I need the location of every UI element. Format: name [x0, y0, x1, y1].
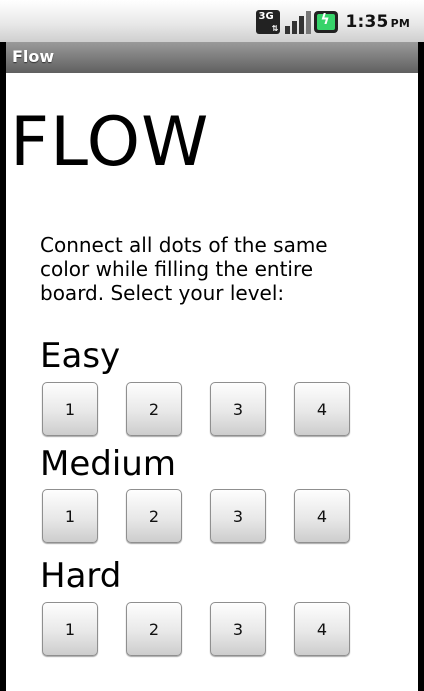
- easy-level-1-button[interactable]: 1: [42, 382, 98, 436]
- instructions-text: Connect all dots of the same color while…: [40, 233, 328, 305]
- main-content: FLOW Connect all dots of the same color …: [6, 73, 418, 691]
- status-bar: 3G ⇅ ϟ 1:35 PM: [0, 0, 424, 42]
- medium-level-buttons: 1 2 3 4: [42, 489, 350, 543]
- medium-level-2-button[interactable]: 2: [126, 489, 182, 543]
- medium-level-3-button[interactable]: 3: [210, 489, 266, 543]
- clock-ampm: PM: [390, 17, 410, 30]
- easy-level-2-button[interactable]: 2: [126, 382, 182, 436]
- 3g-icon: 3G ⇅: [256, 10, 281, 34]
- hard-level-1-button[interactable]: 1: [42, 602, 98, 656]
- hard-level-2-button[interactable]: 2: [126, 602, 182, 656]
- easy-level-3-button[interactable]: 3: [210, 382, 266, 436]
- clock: 1:35 PM: [345, 12, 410, 32]
- hard-level-3-button[interactable]: 3: [210, 602, 266, 656]
- hard-section-label: Hard: [40, 556, 122, 596]
- signal-icon: [284, 10, 312, 34]
- app-title: Flow: [12, 47, 55, 66]
- status-icons: 3G ⇅ ϟ 1:35 PM: [256, 10, 410, 34]
- easy-section-label: Easy: [40, 336, 121, 376]
- easy-level-4-button[interactable]: 4: [294, 382, 350, 436]
- medium-level-4-button[interactable]: 4: [294, 489, 350, 543]
- page-title: FLOW: [10, 103, 210, 182]
- clock-time: 1:35: [345, 12, 389, 32]
- medium-level-1-button[interactable]: 1: [42, 489, 98, 543]
- battery-charging-icon: ϟ: [314, 11, 339, 33]
- easy-level-buttons: 1 2 3 4: [42, 382, 350, 436]
- app-title-bar: Flow: [6, 42, 418, 73]
- hard-level-buttons: 1 2 3 4: [42, 602, 350, 656]
- hard-level-4-button[interactable]: 4: [294, 602, 350, 656]
- medium-section-label: Medium: [40, 444, 176, 484]
